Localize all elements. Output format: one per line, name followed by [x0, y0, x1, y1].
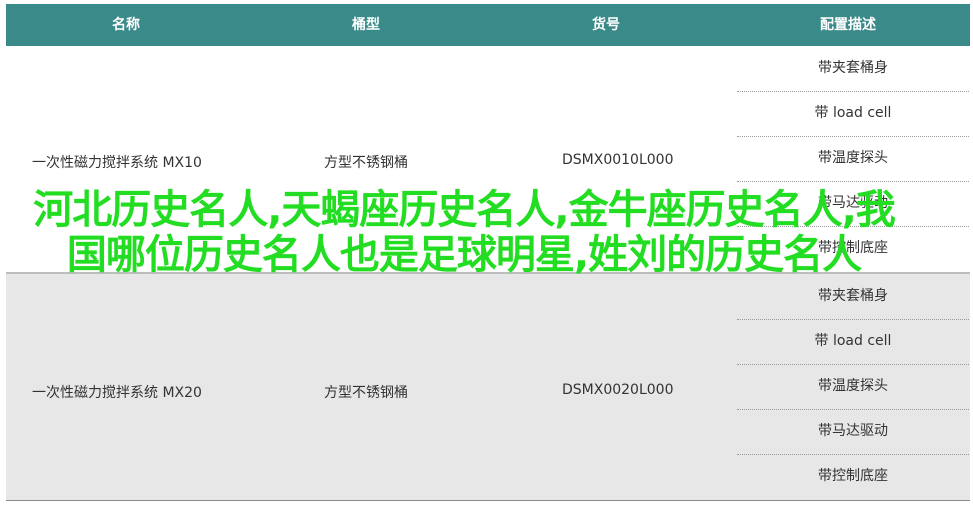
table-row: 一次性磁力搅拌系统 MX20 方型不锈钢桶 DSMX0020L000 带夹套桶身… [6, 274, 970, 500]
config-item: 带控制底座 [818, 468, 888, 484]
row-name: 一次性磁力搅拌系统 MX20 [32, 385, 202, 401]
row-name: 一次性磁力搅拌系统 MX10 [32, 155, 202, 171]
config-item: 带夹套桶身 [737, 274, 969, 320]
config-item: 带马达驱动 [737, 409, 969, 455]
header-config: 配置描述 [820, 17, 876, 33]
row-barrel-type: 方型不锈钢桶 [324, 155, 408, 171]
row-barrel-type: 方型不锈钢桶 [324, 385, 408, 401]
config-item: 带 load cell [737, 319, 969, 365]
header-sku: 货号 [592, 17, 620, 33]
header-name: 名称 [112, 17, 140, 33]
row-sku: DSMX0020L000 [562, 382, 674, 398]
row-sku: DSMX0010L000 [562, 152, 674, 168]
table-header: 名称 桶型 货号 配置描述 [6, 4, 970, 46]
header-barrel-type: 桶型 [352, 17, 380, 33]
overlay-title: 河北历史名人,天蝎座历史名人,金牛座历史名人,我国哪位历史名人也是足球明星,姓刘… [33, 187, 896, 278]
config-item: 带温度探头 [737, 136, 969, 182]
config-list: 带夹套桶身 带 load cell 带温度探头 带马达驱动 带控制底座 [737, 274, 969, 500]
config-item: 带夹套桶身 [737, 46, 969, 92]
config-item: 带 load cell [737, 91, 969, 137]
config-item: 带温度探头 [737, 364, 969, 410]
